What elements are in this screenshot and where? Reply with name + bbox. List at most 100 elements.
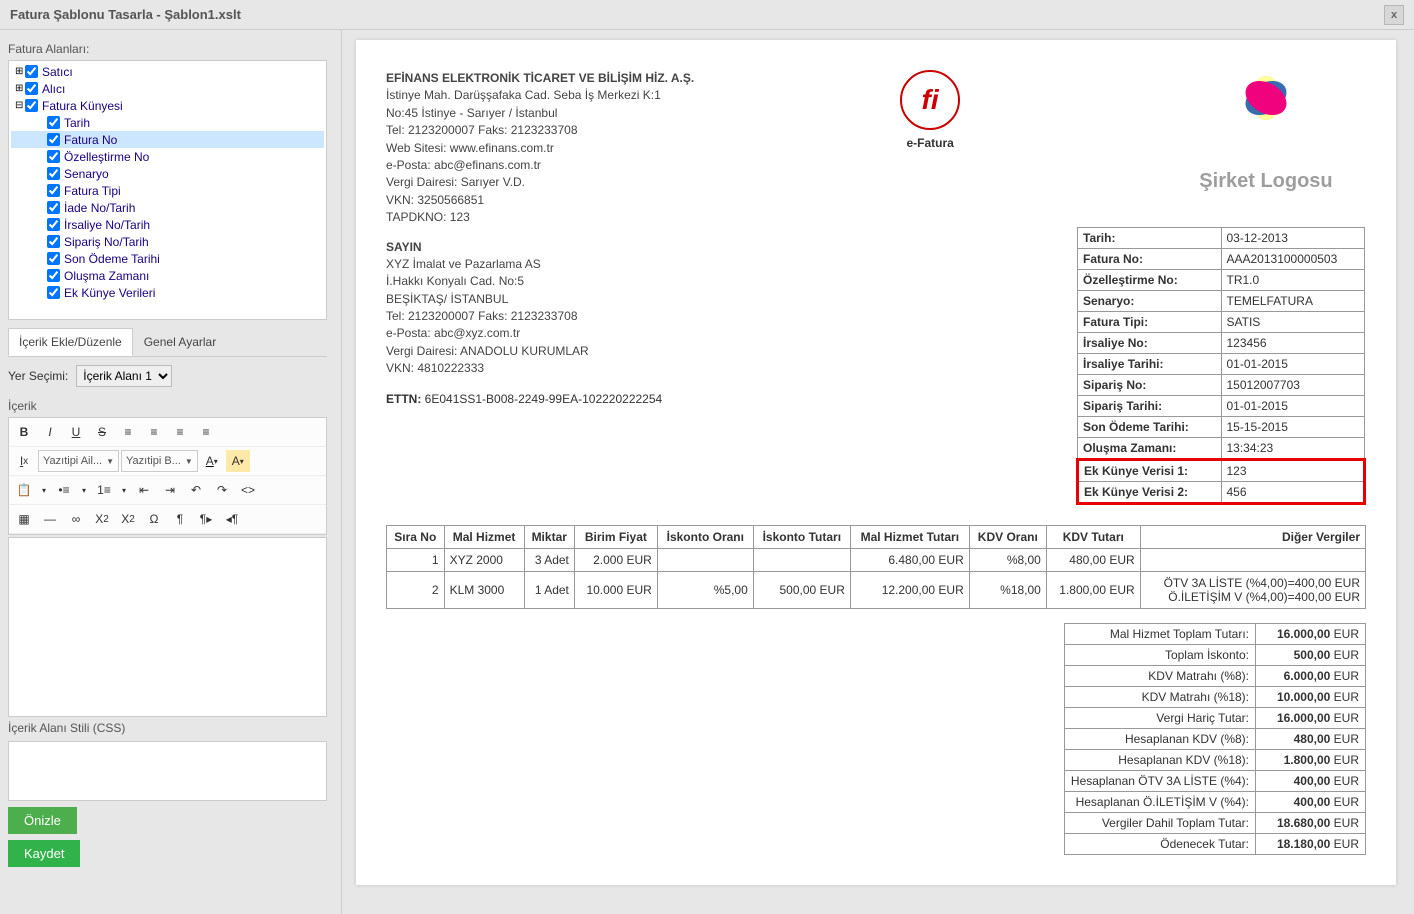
align-right-button[interactable]: ≡ xyxy=(168,421,192,443)
tree-checkbox[interactable] xyxy=(25,65,38,78)
recipient-email: e-Posta: abc@xyz.com.tr xyxy=(386,325,662,342)
tree-item[interactable]: Fatura No xyxy=(11,131,324,148)
totals-value: 6.000,00 EUR xyxy=(1256,665,1366,686)
redo-button[interactable]: ↷ xyxy=(210,479,234,501)
hr-button[interactable]: — xyxy=(38,508,62,530)
tree-item[interactable]: Son Ödeme Tarihi xyxy=(11,250,324,267)
tree-expand-icon[interactable]: ⊞ xyxy=(15,66,25,77)
tree-checkbox[interactable] xyxy=(47,133,60,146)
tree-checkbox[interactable] xyxy=(25,82,38,95)
totals-row: Vergi Hariç Tutar:16.000,00 EUR xyxy=(1064,707,1365,728)
lines-header: Birim Fiyat xyxy=(574,525,657,548)
totals-table: Mal Hizmet Toplam Tutarı:16.000,00 EURTo… xyxy=(1064,623,1366,855)
tree-checkbox[interactable] xyxy=(25,99,38,112)
company-addr1: İstinye Mah. Darüşşafaka Cad. Seba İş Me… xyxy=(386,87,694,104)
underline-button[interactable]: U xyxy=(64,421,88,443)
bold-button[interactable]: B xyxy=(12,421,36,443)
tree-item[interactable]: ⊟Fatura Künyesi xyxy=(11,97,324,114)
tree-item[interactable]: ⊞ Alıcı xyxy=(11,80,324,97)
table-cell: 1 xyxy=(387,548,445,571)
tree-item[interactable]: Fatura Tipi xyxy=(11,182,324,199)
tree-checkbox[interactable] xyxy=(47,167,60,180)
totals-row: Mal Hizmet Toplam Tutarı:16.000,00 EUR xyxy=(1064,623,1365,644)
tree-item[interactable]: Tarih xyxy=(11,114,324,131)
tree-item-label: Son Ödeme Tarihi xyxy=(64,252,160,266)
tree-item[interactable]: Senaryo xyxy=(11,165,324,182)
font-family-select[interactable]: Yazıtipi Ail...▼ xyxy=(38,450,119,472)
table-button[interactable]: ▦ xyxy=(12,508,36,530)
outdent-button[interactable]: ⇤ xyxy=(132,479,156,501)
save-button[interactable]: Kaydet xyxy=(8,840,80,867)
align-justify-button[interactable]: ≡ xyxy=(194,421,218,443)
number-menu-button[interactable]: ▾ xyxy=(118,479,130,501)
indent-button[interactable]: ⇥ xyxy=(158,479,182,501)
tree-item[interactable]: İade No/Tarih xyxy=(11,199,324,216)
subscript-button[interactable]: X2 xyxy=(90,508,114,530)
omega-button[interactable]: Ω xyxy=(142,508,166,530)
totals-row: Hesaplanan ÖTV 3A LİSTE (%4):400,00 EUR xyxy=(1064,770,1365,791)
close-button[interactable]: x xyxy=(1384,5,1404,25)
ettn-row: ETTN: 6E041SS1-B008-2249-99EA-1022202222… xyxy=(386,392,662,406)
tree-checkbox[interactable] xyxy=(47,252,60,265)
tree-checkbox[interactable] xyxy=(47,201,60,214)
place-select[interactable]: İçerik Alanı 1 xyxy=(76,365,172,387)
bg-color-button[interactable]: A▾ xyxy=(226,450,250,472)
tree-checkbox[interactable] xyxy=(47,150,60,163)
preview-pane[interactable]: EFİNANS ELEKTRONİK TİCARET VE BİLİŞİM Hİ… xyxy=(348,30,1414,914)
align-center-button[interactable]: ≡ xyxy=(142,421,166,443)
totals-row: KDV Matrahı (%18):10.000,00 EUR xyxy=(1064,686,1365,707)
tree-expand-icon[interactable]: ⊟ xyxy=(15,100,25,111)
tree-item[interactable]: Ek Künye Verileri xyxy=(11,284,324,301)
paste-button[interactable]: 📋 xyxy=(12,479,36,501)
totals-value: 1.800,00 EUR xyxy=(1256,749,1366,770)
pilcrow-button[interactable]: ¶ xyxy=(168,508,192,530)
tree-item[interactable]: ⊞Satıcı xyxy=(11,63,324,80)
source-button[interactable]: <> xyxy=(236,479,260,501)
superscript-button[interactable]: X2 xyxy=(116,508,140,530)
ltr-button[interactable]: ¶▸ xyxy=(194,508,218,530)
field-tree[interactable]: ⊞Satıcı⊞Alıcı⊟Fatura KünyesiTarihFatura … xyxy=(8,60,327,320)
rtl-button[interactable]: ◂¶ xyxy=(220,508,244,530)
preview-button[interactable]: Önizle xyxy=(8,807,77,834)
totals-key: Hesaplanan Ö.İLETİŞİM V (%4): xyxy=(1064,791,1255,812)
bullet-list-button[interactable]: •≡ xyxy=(52,479,76,501)
tree-item[interactable]: Özelleştirme No xyxy=(11,148,324,165)
meta-value: 01-01-2015 xyxy=(1221,353,1365,374)
font-size-select[interactable]: Yazıtipi B...▼ xyxy=(121,450,198,472)
undo-button[interactable]: ↶ xyxy=(184,479,208,501)
tab-general[interactable]: Genel Ayarlar xyxy=(133,328,228,356)
text-color-button[interactable]: A▾ xyxy=(200,450,224,472)
strike-button[interactable]: S xyxy=(90,421,114,443)
tree-checkbox[interactable] xyxy=(47,116,60,129)
table-cell: 10.000 EUR xyxy=(574,571,657,608)
css-label: İçerik Alanı Stili (CSS) xyxy=(8,721,327,735)
italic-button[interactable]: I xyxy=(38,421,62,443)
tab-content[interactable]: İçerik Ekle/Düzenle xyxy=(8,328,133,356)
tree-item[interactable]: Sipariş No/Tarih xyxy=(11,233,324,250)
number-list-button[interactable]: 1≡ xyxy=(92,479,116,501)
totals-row: Hesaplanan KDV (%8):480,00 EUR xyxy=(1064,728,1365,749)
tree-checkbox[interactable] xyxy=(47,184,60,197)
tree-checkbox[interactable] xyxy=(47,235,60,248)
tree-checkbox[interactable] xyxy=(47,218,60,231)
tree-item[interactable]: İrsaliye No/Tarih xyxy=(11,216,324,233)
tree-item-label: Alıcı xyxy=(42,82,65,96)
meta-table: Tarih:03-12-2013Fatura No:AAA20131000005… xyxy=(1076,227,1366,505)
content-textarea[interactable] xyxy=(8,537,327,717)
paste-menu-button[interactable]: ▾ xyxy=(38,479,50,501)
efatura-logo-icon: fi xyxy=(900,70,960,130)
tree-checkbox[interactable] xyxy=(47,286,60,299)
clear-format-button[interactable]: Ix xyxy=(12,450,36,472)
tree-item[interactable]: Oluşma Zamanı xyxy=(11,267,324,284)
tree-expand-icon[interactable]: ⊞ xyxy=(15,83,25,94)
lines-header: Miktar xyxy=(524,525,574,548)
link-button[interactable]: ∞ xyxy=(64,508,88,530)
meta-row: Son Ödeme Tarihi:15-15-2015 xyxy=(1078,416,1365,437)
tree-item-label: Oluşma Zamanı xyxy=(64,269,149,283)
meta-key: İrsaliye No: xyxy=(1078,332,1222,353)
bullet-menu-button[interactable]: ▾ xyxy=(78,479,90,501)
tree-checkbox[interactable] xyxy=(47,269,60,282)
align-left-button[interactable]: ≡ xyxy=(116,421,140,443)
company-taxoffice: Vergi Dairesi: Sarıyer V.D. xyxy=(386,174,694,191)
css-textarea[interactable] xyxy=(8,741,327,801)
